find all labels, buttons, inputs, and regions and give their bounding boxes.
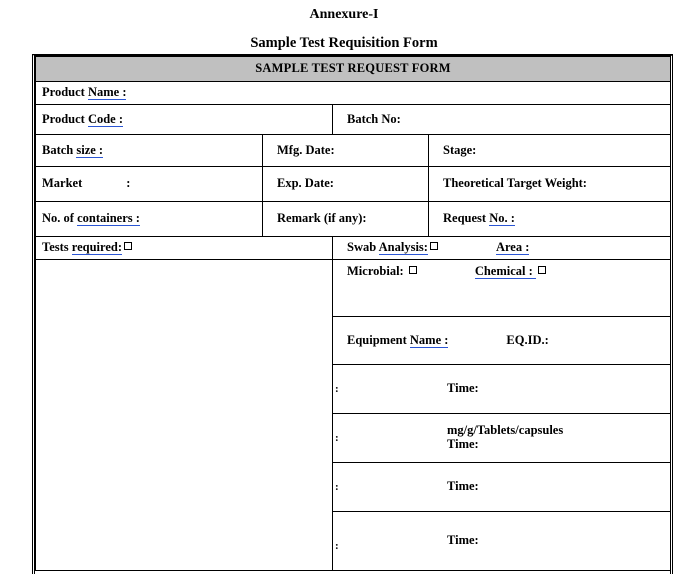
time-row-4-inner: Time: xyxy=(339,533,664,547)
time-row-2-cell[interactable]: : mg/g/Tablets/capsules Time: xyxy=(331,412,672,463)
time-row-1-cell[interactable]: : Time: xyxy=(331,363,672,414)
equipment-name-spellcheck-text: Name : xyxy=(409,332,449,348)
no-of-containers-label: No. of xyxy=(42,211,78,225)
batch-no-label: Batch No: xyxy=(347,111,401,126)
tests-required-cell[interactable]: Tests required: xyxy=(35,235,333,260)
market-cell[interactable]: Market: xyxy=(35,165,263,202)
chemical-checkbox-icon[interactable] xyxy=(537,265,546,274)
time-row-1-label: Time: xyxy=(447,381,479,395)
stage-label: Stage: xyxy=(443,142,477,157)
product-name-label: Product xyxy=(42,85,88,99)
product-code-label: Product xyxy=(42,111,88,126)
swab-analysis-cell[interactable]: Swab Analysis: Area : xyxy=(331,235,672,260)
time-row-3-cell[interactable]: : Time: xyxy=(331,461,672,512)
table-row-product-code: Product Code : Batch No: xyxy=(35,103,672,135)
table-row-product-name: Product Name : xyxy=(34,80,672,105)
request-no-label: Request xyxy=(443,211,490,225)
tests-required-entry-area[interactable] xyxy=(35,258,333,571)
time-row-4-cell[interactable]: : Time: xyxy=(331,510,672,571)
table-row-batch-size: Batch size : Mfg. Date: Stage: xyxy=(35,133,672,167)
remark-cell[interactable]: Remark (if any): xyxy=(262,200,429,237)
theoretical-target-weight-label: Theoretical Target Weight: xyxy=(443,176,587,190)
time-row-4-label: Time: xyxy=(447,533,479,547)
table-row-header: SAMPLE TEST REQUEST FORM xyxy=(34,57,672,82)
mfg-date-cell[interactable]: Mfg. Date: xyxy=(262,133,429,167)
equipment-cell[interactable]: Equipment Name : EQ.ID.: xyxy=(331,315,672,365)
product-code-spellcheck-text: Code : xyxy=(87,111,124,127)
product-name-spellcheck-text: Name : xyxy=(87,85,127,100)
table-row-tests-swab: Tests required: Swab Analysis: Area : xyxy=(35,235,672,260)
table-row-microbial: Microbial: Chemical : xyxy=(35,258,672,571)
microbial-chemical-cell[interactable]: Microbial: Chemical : xyxy=(331,258,672,317)
time-row-3-colon: : xyxy=(335,480,339,493)
time-row-3-label: Time: xyxy=(447,479,479,493)
eq-id-label: EQ.ID.: xyxy=(506,332,549,347)
form-header-title: SAMPLE TEST REQUEST FORM xyxy=(34,57,672,82)
request-no-spellcheck-text: No. : xyxy=(489,211,515,226)
microbial-label: Microbial: xyxy=(347,263,407,278)
batch-size-spellcheck-text: size : xyxy=(76,142,104,158)
microbial-checkbox-icon[interactable] xyxy=(408,265,417,274)
tests-required-label: Tests xyxy=(42,240,72,254)
chemical-label: Chemical : xyxy=(474,263,536,279)
exp-date-label: Exp. Date: xyxy=(277,176,334,190)
table-row-market: Market: Exp. Date: Theoretical Target We… xyxy=(35,165,672,202)
market-colon: : xyxy=(126,176,131,190)
theoretical-target-weight-cell[interactable]: Theoretical Target Weight: xyxy=(427,165,672,202)
form-table: SAMPLE TEST REQUEST FORM Product Name : … xyxy=(34,57,672,571)
remark-label: Remark (if any): xyxy=(277,211,367,225)
swab-analysis-spellcheck-text: Analysis: xyxy=(378,240,428,255)
no-of-containers-cell[interactable]: No. of containers : xyxy=(35,200,263,237)
request-no-cell[interactable]: Request No. : xyxy=(427,200,672,237)
time-row-3-inner: Time: xyxy=(339,479,664,493)
batch-size-label: Batch xyxy=(42,142,77,157)
exp-date-cell[interactable]: Exp. Date: xyxy=(262,165,429,202)
annexure-title: Annexure-I xyxy=(309,7,379,22)
no-of-containers-spellcheck-text: containers : xyxy=(77,211,140,226)
area-label: Area : xyxy=(495,240,530,255)
swab-analysis-label: Swab xyxy=(347,240,379,254)
tests-required-spellcheck-text: required: xyxy=(71,240,122,255)
time-row-2-inner: mg/g/Tablets/capsules Time: xyxy=(339,423,664,451)
time-row-1-colon: : xyxy=(335,382,339,395)
product-code-cell[interactable]: Product Code : xyxy=(35,103,333,135)
batch-no-cell[interactable]: Batch No: xyxy=(331,103,672,135)
market-label: Market xyxy=(42,176,83,190)
product-name-cell[interactable]: Product Name : xyxy=(34,80,672,105)
batch-size-cell[interactable]: Batch size : xyxy=(35,133,263,167)
mfg-date-label: Mfg. Date: xyxy=(277,142,335,157)
time-row-1-inner: Time: xyxy=(339,381,664,395)
equipment-name-label: Equipment xyxy=(347,332,410,347)
time-row-4-colon: : xyxy=(335,539,339,552)
table-row-containers: No. of containers : Remark (if any): Req… xyxy=(35,200,672,237)
unit-label: mg/g/Tablets/capsules xyxy=(447,423,564,437)
time-row-2-colon: : xyxy=(335,431,339,444)
tests-required-checkbox-icon[interactable] xyxy=(124,242,132,250)
stage-cell[interactable]: Stage: xyxy=(427,133,672,167)
sample-test-request-form-table: SAMPLE TEST REQUEST FORM Product Name : … xyxy=(32,54,673,574)
swab-analysis-checkbox-icon[interactable] xyxy=(429,242,438,250)
document-page: Annexure-I Sample Test Requisition Form … xyxy=(0,0,688,574)
time-row-2-label: Time: xyxy=(447,437,479,451)
